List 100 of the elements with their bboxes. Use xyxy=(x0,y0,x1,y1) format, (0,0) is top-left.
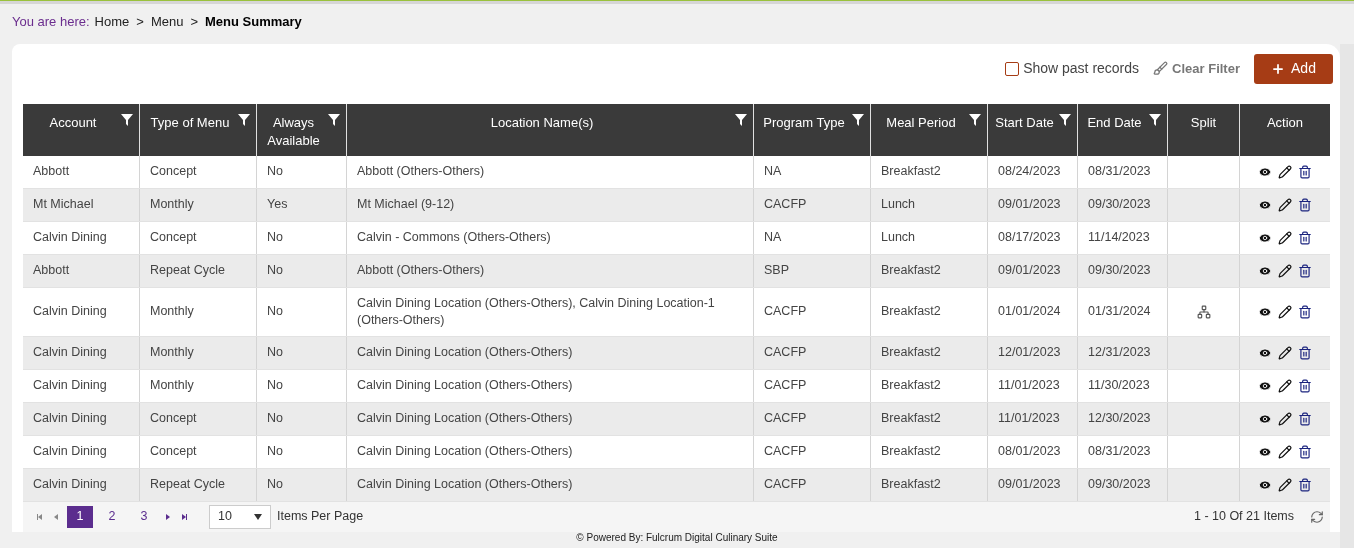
filter-icon[interactable] xyxy=(969,113,981,126)
column-header[interactable]: Type of Menu xyxy=(146,113,234,132)
breadcrumb-link[interactable]: Menu xyxy=(150,12,184,32)
edit-icon[interactable] xyxy=(1278,230,1292,245)
delete-icon[interactable] xyxy=(1298,345,1312,360)
table-cell-text: Calvin Dining Location (Others-Others), Calvin Dining Location-1 (Others-Others) xyxy=(357,294,716,329)
table-cell: Calvin Dining Location (Others-Others) xyxy=(357,344,573,361)
edit-icon[interactable] xyxy=(1278,263,1292,278)
table-cell: Yes xyxy=(267,196,288,213)
split-icon[interactable] xyxy=(1196,304,1211,319)
edit-icon[interactable] xyxy=(1278,477,1292,492)
page-link[interactable]: 2 xyxy=(99,505,125,528)
delete-icon[interactable] xyxy=(1298,477,1312,492)
table-cell: Abbott (Others-Others) xyxy=(357,262,485,279)
table-cell: CACFP xyxy=(764,443,807,460)
column-header[interactable]: Action xyxy=(1246,113,1324,132)
clear-filter-button[interactable]: Clear Filter xyxy=(1153,58,1240,79)
table-cell: CACFP xyxy=(764,303,807,320)
table-cell: No xyxy=(267,163,283,180)
edit-icon[interactable] xyxy=(1278,164,1292,179)
table-cell: Abbott (Others-Others) xyxy=(357,163,485,180)
column-header[interactable]: Program Type xyxy=(760,113,848,132)
delete-icon[interactable] xyxy=(1298,164,1312,179)
table-cell: Monthly xyxy=(150,377,194,394)
table-cell: Calvin Dining xyxy=(33,476,107,493)
page-size-dropdown[interactable]: 10 xyxy=(209,504,271,529)
table-cell: Lunch xyxy=(881,196,916,213)
edit-icon[interactable] xyxy=(1278,411,1292,426)
breadcrumb-prefix: You are here: xyxy=(12,13,90,31)
edit-icon[interactable] xyxy=(1278,444,1292,459)
filter-icon[interactable] xyxy=(735,113,747,126)
table-cell: Repeat Cycle xyxy=(150,262,226,279)
delete-icon[interactable] xyxy=(1298,230,1312,245)
view-icon[interactable] xyxy=(1258,263,1272,278)
page-size-label: Items Per Page xyxy=(277,508,364,526)
table-cell: No xyxy=(267,476,283,493)
table-cell: Breakfast2 xyxy=(881,476,941,493)
edit-icon[interactable] xyxy=(1278,378,1292,393)
table-cell: Calvin Dining Location (Others-Others) xyxy=(357,476,573,493)
table-cell: 09/01/2023 xyxy=(998,262,1061,279)
delete-icon[interactable] xyxy=(1298,263,1312,278)
edit-icon[interactable] xyxy=(1278,197,1292,212)
filter-icon[interactable] xyxy=(238,113,250,126)
table-cell: 08/31/2023 xyxy=(1088,443,1151,460)
filter-icon[interactable] xyxy=(328,113,340,126)
brush-icon xyxy=(1153,61,1169,76)
filter-icon[interactable] xyxy=(1059,113,1071,126)
refresh-icon[interactable] xyxy=(1310,509,1324,524)
first-page-icon[interactable] xyxy=(35,511,45,522)
table-cell: Concept xyxy=(150,163,197,180)
checkbox[interactable] xyxy=(1005,61,1020,76)
view-icon[interactable] xyxy=(1258,477,1272,492)
table-cell: 08/17/2023 xyxy=(998,229,1061,246)
table-cell: CACFP xyxy=(764,377,807,394)
table-cell: Concept xyxy=(150,443,197,460)
column-header[interactable]: Account xyxy=(29,113,117,132)
table-cell: CACFP xyxy=(764,196,807,213)
edit-icon[interactable] xyxy=(1278,304,1292,319)
delete-icon[interactable] xyxy=(1298,444,1312,459)
delete-icon[interactable] xyxy=(1298,304,1312,319)
table-cell: 09/01/2023 xyxy=(998,476,1061,493)
filter-icon[interactable] xyxy=(121,113,133,126)
column-header[interactable]: Split xyxy=(1174,113,1233,132)
table-cell: Breakfast2 xyxy=(881,410,941,427)
filter-icon[interactable] xyxy=(852,113,864,126)
table-cell: 12/30/2023 xyxy=(1088,410,1151,427)
page-link[interactable]: 3 xyxy=(131,505,157,528)
delete-icon[interactable] xyxy=(1298,378,1312,393)
table-cell: No xyxy=(267,377,283,394)
page-link[interactable]: 1 xyxy=(67,505,93,528)
table-cell: Calvin Dining xyxy=(33,344,107,361)
view-icon[interactable] xyxy=(1258,197,1272,212)
table-cell: Calvin Dining Location (Others-Others) xyxy=(357,443,573,460)
delete-icon[interactable] xyxy=(1298,411,1312,426)
view-icon[interactable] xyxy=(1258,345,1272,360)
table-cell: CACFP xyxy=(764,476,807,493)
table-cell: Calvin Dining Location (Others-Others) xyxy=(357,410,573,427)
view-icon[interactable] xyxy=(1258,411,1272,426)
column-header[interactable]: End Date xyxy=(1084,113,1145,132)
column-header[interactable]: Always Available xyxy=(263,113,324,150)
filter-icon[interactable] xyxy=(1149,113,1161,126)
table-cell: NA xyxy=(764,229,782,246)
delete-icon[interactable] xyxy=(1298,197,1312,212)
column-header[interactable]: Location Name(s) xyxy=(353,113,731,132)
table-cell: Calvin Dining Location (Others-Others) xyxy=(357,377,573,394)
table-cell: 11/01/2023 xyxy=(998,410,1060,427)
last-page-icon[interactable] xyxy=(179,511,189,522)
table-cell: 11/14/2023 xyxy=(1088,229,1150,246)
column-header[interactable]: Start Date xyxy=(994,113,1055,132)
breadcrumb-link[interactable]: Home xyxy=(94,12,130,32)
edit-icon[interactable] xyxy=(1278,345,1292,360)
caret-icon xyxy=(254,513,262,520)
table-cell: 11/30/2023 xyxy=(1088,377,1150,394)
table-cell: 09/30/2023 xyxy=(1088,196,1151,213)
table-cell: Breakfast2 xyxy=(881,303,941,320)
add-button[interactable]: Add xyxy=(1254,53,1333,84)
table-cell: Breakfast2 xyxy=(881,262,941,279)
table-cell: 11/01/2023 xyxy=(998,377,1060,394)
table-cell: 01/01/2024 xyxy=(998,303,1061,320)
column-header[interactable]: Meal Period xyxy=(877,113,965,132)
